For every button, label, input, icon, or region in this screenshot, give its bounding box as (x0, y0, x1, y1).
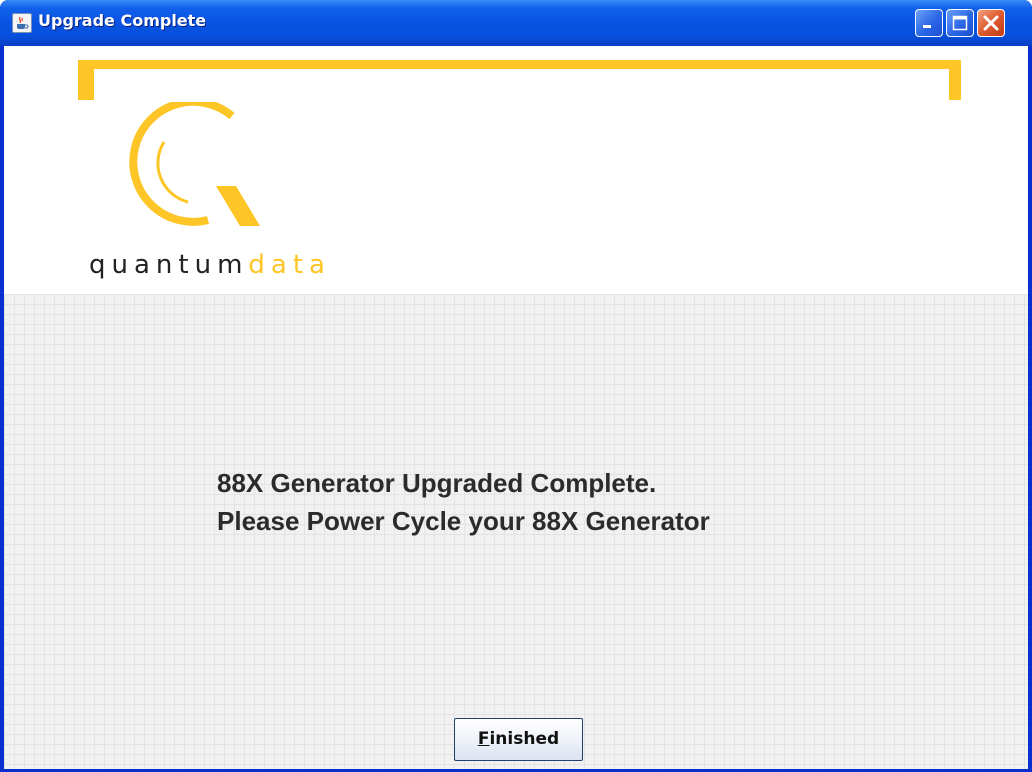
minimize-icon (923, 25, 931, 28)
logo-text-quantum: quantum (89, 250, 249, 280)
logo-text-data: data (248, 250, 331, 280)
quantumdata-logo-text: quantumdata (89, 250, 331, 280)
minimize-button[interactable] (915, 9, 943, 37)
finished-button[interactable]: Finished (454, 718, 583, 761)
java-coffee-cup-icon[interactable] (12, 13, 32, 33)
title-bar[interactable]: Upgrade Complete (0, 0, 1032, 46)
finished-button-label: inished (489, 729, 560, 749)
maximize-icon (952, 15, 968, 31)
close-button[interactable] (977, 9, 1005, 37)
completion-message: 88X Generator Upgraded Complete. Please … (217, 464, 710, 540)
window-title: Upgrade Complete (38, 11, 207, 30)
logo-bracket-left (78, 60, 94, 100)
close-icon (983, 15, 999, 31)
quantum-q-logo-icon (129, 102, 260, 226)
message-line-2: Please Power Cycle your 88X Generator (217, 506, 710, 536)
maximize-button[interactable] (946, 9, 974, 37)
logo-bracket-right (949, 60, 961, 100)
finished-button-mnemonic: F (477, 729, 490, 749)
app-window: Upgrade Complete quantumdata 88X Generat… (0, 0, 1032, 772)
dialog-content: quantumdata 88X Generator Upgraded Compl… (4, 46, 1028, 769)
logo-bracket-top (78, 60, 961, 69)
message-line-1: 88X Generator Upgraded Complete. (217, 468, 657, 498)
